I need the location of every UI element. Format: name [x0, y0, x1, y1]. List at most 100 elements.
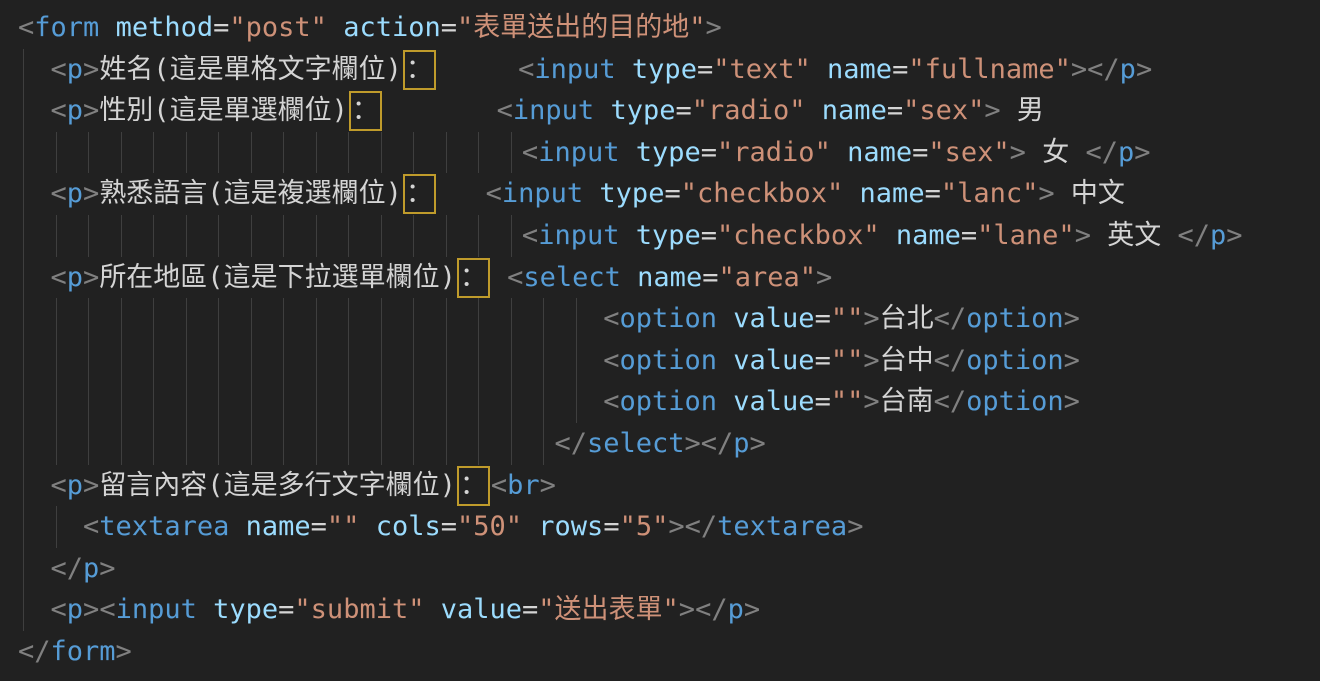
code-editor[interactable]: <form method="post" action="表單送出的目的地"> <…: [0, 0, 1320, 681]
indent-guide: [446, 340, 447, 382]
indent-guide: [413, 381, 414, 423]
indent-guide: [511, 298, 512, 340]
code-token: "送出表單": [538, 594, 679, 625]
code-token: [616, 54, 632, 85]
code-token: [18, 303, 603, 334]
code-line[interactable]: <p>所在地區(這是下拉選單欄位)： <select name="area">: [18, 257, 1320, 299]
indent-guide: [56, 381, 57, 423]
code-token: [522, 511, 538, 542]
code-line[interactable]: </select></p>: [18, 423, 1320, 465]
code-token: input: [513, 95, 594, 126]
code-token: select: [523, 262, 621, 293]
indent-guide: [381, 132, 382, 174]
code-token: </: [701, 428, 734, 459]
indent-guide: [153, 215, 154, 257]
indent-guide: [478, 215, 479, 257]
indent-guide: [348, 423, 349, 465]
code-token: [583, 178, 599, 209]
indent-guide: [186, 340, 187, 382]
code-token: "": [831, 303, 864, 334]
indent-guide: [186, 132, 187, 174]
code-line[interactable]: <input type="radio" name="sex"> 女 </p>: [18, 132, 1320, 174]
code-token: =: [441, 12, 457, 43]
code-line[interactable]: <form method="post" action="表單送出的目的地">: [18, 7, 1320, 49]
code-token: >: [1226, 220, 1242, 251]
code-token: name: [896, 220, 961, 251]
code-token: input: [502, 178, 583, 209]
code-token: >: [83, 95, 99, 126]
code-token: =: [278, 594, 294, 625]
indent-guide: [543, 298, 544, 340]
indent-guide: [446, 381, 447, 423]
code-line[interactable]: <option value="">台南</option>: [18, 381, 1320, 423]
code-token: 所在地區(這是下拉選單欄位): [99, 262, 456, 293]
code-line[interactable]: <p>性別(這是單選欄位)： <input type="radio" name=…: [18, 90, 1320, 132]
code-line[interactable]: <p>熟悉語言(這是複選欄位)： <input type="checkbox" …: [18, 173, 1320, 215]
code-token: </: [18, 636, 51, 667]
indent-guide: [316, 381, 317, 423]
indent-guide: [283, 340, 284, 382]
indent-guide: [478, 132, 479, 174]
code-token: "表單送出的目的地": [457, 12, 706, 43]
indent-guide: [413, 423, 414, 465]
code-token: option: [619, 303, 717, 334]
code-token: =: [697, 54, 713, 85]
code-token: input: [116, 594, 197, 625]
code-token: >: [1064, 345, 1080, 376]
code-line[interactable]: <p>留言內容(這是多行文字欄位)：<br>: [18, 465, 1320, 507]
indent-guide: [316, 215, 317, 257]
code-token: =: [815, 386, 831, 417]
indent-guide: [121, 423, 122, 465]
indent-guide: [543, 340, 544, 382]
indent-guide: [88, 132, 89, 174]
code-token: >: [863, 386, 879, 417]
code-token: input: [538, 137, 619, 168]
code-token: [197, 594, 213, 625]
indent-guide: [381, 340, 382, 382]
code-token: >: [1038, 178, 1054, 209]
code-token: 台南: [880, 386, 934, 417]
code-token: action: [343, 12, 441, 43]
code-token: p: [1118, 137, 1134, 168]
code-token: value: [733, 345, 814, 376]
code-token: [383, 95, 497, 126]
code-token: <: [603, 386, 619, 417]
code-line[interactable]: </form>: [18, 631, 1320, 673]
code-token: option: [966, 303, 1064, 334]
code-token: p: [83, 553, 99, 584]
code-token: >: [706, 12, 722, 43]
indent-guide: [121, 381, 122, 423]
code-line[interactable]: <p>姓名(這是單格文字欄位)： <input type="text" name…: [18, 49, 1320, 91]
code-token: =: [213, 12, 229, 43]
code-line[interactable]: <input type="checkbox" name="lane"> 英文 <…: [18, 215, 1320, 257]
code-token: >: [863, 345, 879, 376]
code-line[interactable]: </p>: [18, 548, 1320, 590]
indent-guide: [446, 298, 447, 340]
code-token: >: [685, 428, 701, 459]
code-line[interactable]: <textarea name="" cols="50" rows="5"></t…: [18, 506, 1320, 548]
code-token: [594, 95, 610, 126]
code-token: </: [1087, 54, 1120, 85]
code-line[interactable]: <option value="">台中</option>: [18, 340, 1320, 382]
indent-guide: [23, 298, 24, 340]
code-token: </: [1177, 220, 1210, 251]
indent-guide: [56, 340, 57, 382]
indent-guide: [218, 215, 219, 257]
code-token: rows: [538, 511, 603, 542]
code-token: "radio": [692, 95, 806, 126]
indent-guide: [23, 465, 24, 507]
code-token: 台北: [880, 303, 934, 334]
indent-guide: [543, 423, 544, 465]
code-token: form: [34, 12, 99, 43]
code-token: textarea: [99, 511, 229, 542]
code-token: 台中: [880, 345, 934, 376]
code-token: "fullname": [908, 54, 1071, 85]
indent-guide: [251, 298, 252, 340]
code-line[interactable]: <option value="">台北</option>: [18, 298, 1320, 340]
indent-guide: [511, 215, 512, 257]
indent-guide: [413, 215, 414, 257]
code-token: [717, 386, 733, 417]
indent-guide: [446, 215, 447, 257]
code-line[interactable]: <p><input type="submit" value="送出表單"></p…: [18, 589, 1320, 631]
code-token: p: [1210, 220, 1226, 251]
